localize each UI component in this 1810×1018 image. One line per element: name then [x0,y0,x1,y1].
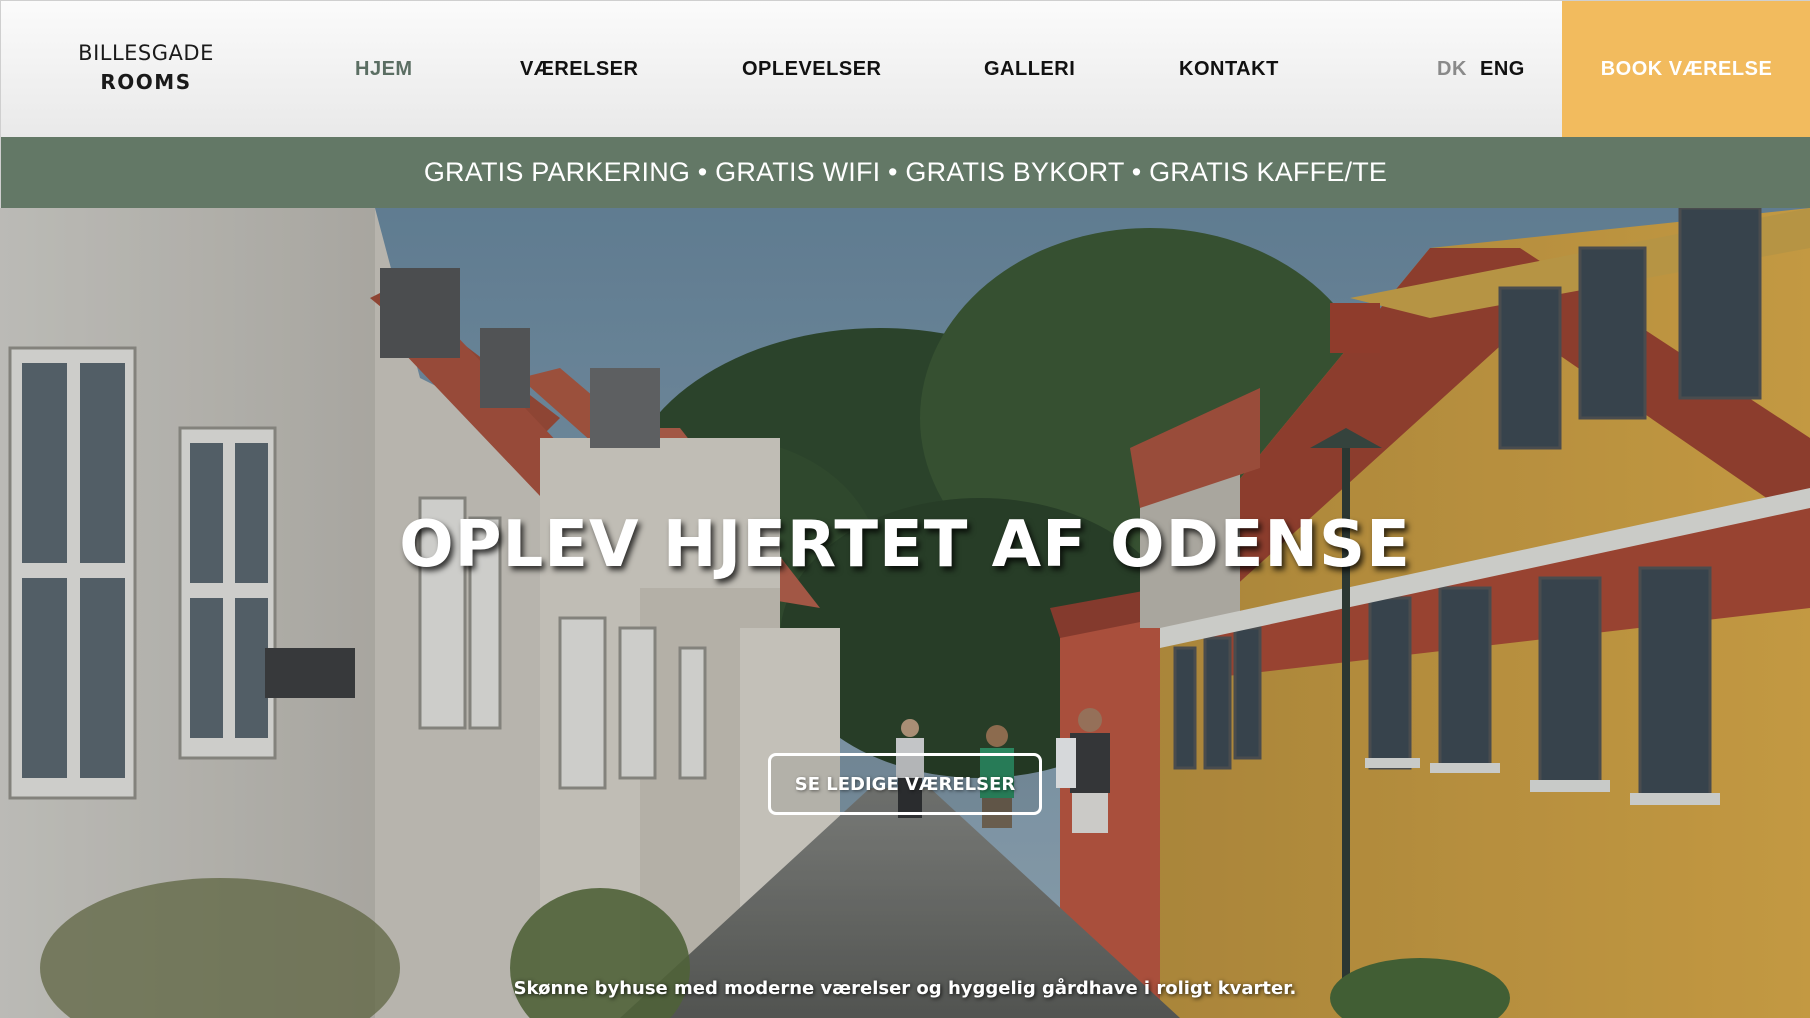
main-nav: HJEM VÆRELSER OPLEVELSER GALLERI KONTAKT [1,1,1351,138]
nav-item-galleri[interactable]: GALLERI [984,56,1075,82]
nav-item-hjem[interactable]: HJEM [355,56,413,82]
nav-item-oplevelser[interactable]: OPLEVELSER [742,56,881,82]
nav-item-vaerelser[interactable]: VÆRELSER [520,56,638,82]
language-dk[interactable]: DK [1437,56,1467,82]
nav-item-kontakt[interactable]: KONTAKT [1179,56,1279,82]
language-eng[interactable]: ENG [1480,56,1525,82]
perks-bar: GRATIS PARKERING • GRATIS WIFI • GRATIS … [0,137,1810,208]
site-header: BILLESGADE ROOMS HJEM VÆRELSER OPLEVELSE… [0,0,1810,138]
hero-overlay [0,208,1810,1018]
see-available-rooms-button[interactable]: SE LEDIGE VÆRELSER [768,753,1042,815]
hero-title: OPLEV HJERTET AF ODENSE [399,508,1411,582]
page: BILLESGADE ROOMS HJEM VÆRELSER OPLEVELSE… [0,0,1810,1018]
hero-subtitle: Skønne byhuse med moderne værelser og hy… [513,978,1297,999]
book-room-button[interactable]: BOOK VÆRELSE [1562,1,1810,138]
hero-section: OPLEV HJERTET AF ODENSE SE LEDIGE VÆRELS… [0,208,1810,1018]
